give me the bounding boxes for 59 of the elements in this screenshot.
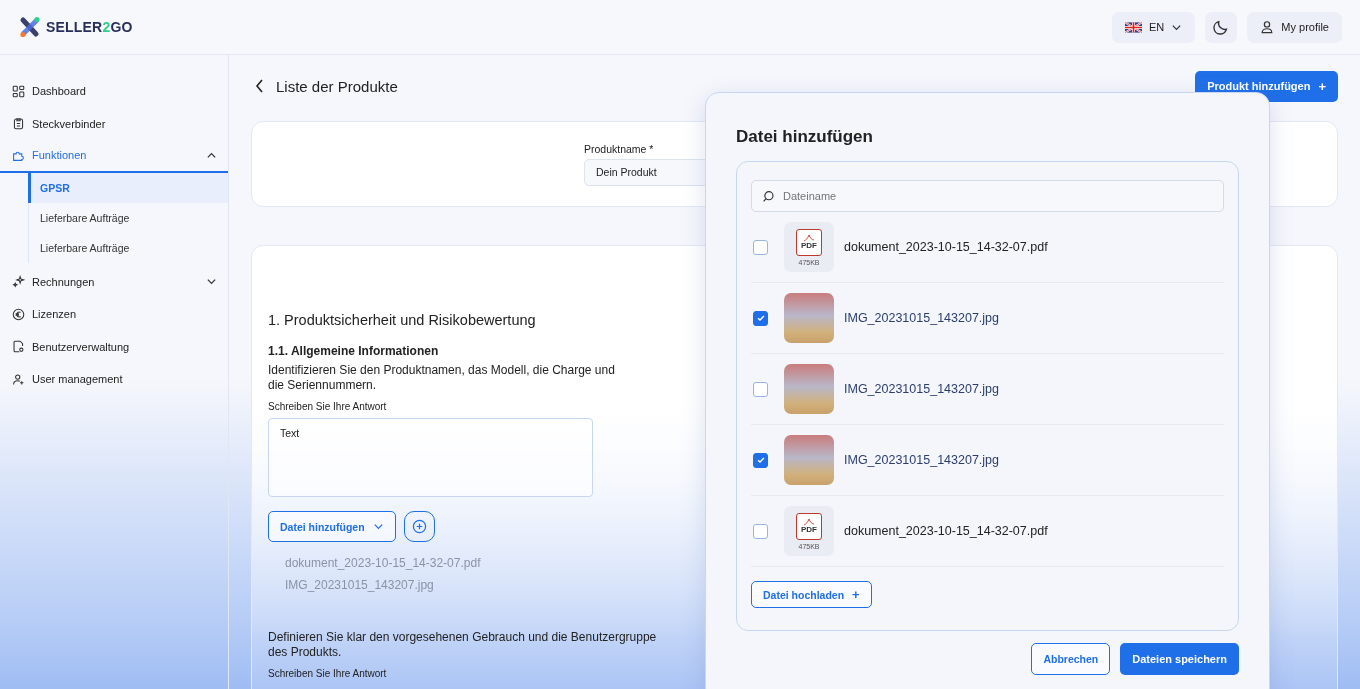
- add-file-dropdown[interactable]: Datei hinzufügen: [268, 511, 396, 542]
- logo-text: SELLER2GO: [46, 19, 133, 35]
- checkbox[interactable]: [753, 310, 768, 326]
- checkmark-icon: [755, 455, 766, 465]
- file-name: IMG_20231015_143207.jpg: [844, 453, 999, 467]
- sidebar-item[interactable]: Benutzerverwaltung: [0, 330, 228, 363]
- checkmark-icon: [755, 313, 766, 323]
- clipboard-icon: [12, 117, 25, 131]
- logo[interactable]: SELLER2GO: [18, 15, 133, 39]
- section-heading: 1. Produktsicherheit und Risikobewertung: [268, 312, 536, 328]
- sidebar-item[interactable]: Steckverbinder: [0, 107, 228, 140]
- sidebar-item[interactable]: User management: [0, 363, 228, 396]
- field-label: Produktname *: [584, 142, 654, 155]
- document-icon: [12, 340, 25, 354]
- save-files-button[interactable]: Dateien speichern: [1120, 643, 1239, 675]
- dark-mode-button[interactable]: [1205, 11, 1238, 43]
- sidebar-item[interactable]: Dashboard: [0, 75, 228, 108]
- add-button[interactable]: [403, 511, 435, 542]
- answer-field[interactable]: Text: [268, 418, 593, 497]
- plus-circle-icon: [411, 519, 427, 534]
- checkbox[interactable]: [753, 523, 768, 539]
- logo-icon: [18, 15, 42, 39]
- file-name: IMG_20231015_143207.jpg: [844, 382, 999, 396]
- upload-file-button[interactable]: Datei hochladen +: [751, 581, 872, 608]
- photo-placeholder: [784, 364, 834, 414]
- question-text: Definieren Sie klar den vorgesehenen Gebrauch und die Benutzergruppe des Produkts.: [268, 630, 658, 660]
- search-field[interactable]: Dateiname: [751, 180, 1224, 212]
- checkbox[interactable]: [753, 381, 768, 397]
- page-title: Liste der Produkte: [276, 77, 399, 95]
- sidebar-subitem[interactable]: GPSR: [28, 172, 228, 203]
- file-name: dokument_2023-10-15_14-32-07.pdf: [844, 240, 1048, 254]
- chevron-down-icon: [372, 521, 384, 532]
- user-icon: [12, 372, 25, 386]
- photo-placeholder: [784, 293, 834, 343]
- photo-placeholder: [784, 435, 834, 485]
- file-name: IMG_20231015_143207.jpg: [844, 311, 999, 325]
- sidebar-subitem[interactable]: Lieferbare Aufträge: [29, 232, 228, 263]
- question-text: Identifizieren Sie den Produktnamen, das Modell, die Charge und die Seriennummern.: [268, 363, 616, 393]
- file-name: dokument_2023-10-15_14-32-07.pdf: [844, 524, 1048, 538]
- pdf-file-icon: PDF: [796, 512, 822, 540]
- subsection-heading: 1.1. Allgemeine Informationen: [268, 344, 439, 358]
- grid-icon: [12, 84, 25, 98]
- sidebar-subitem[interactable]: Lieferbare Aufträge: [29, 202, 228, 233]
- flag-icon: [1125, 21, 1143, 33]
- cancel-button[interactable]: Abbrechen: [1031, 643, 1111, 675]
- sidebar-item[interactable]: Rechnungen: [0, 265, 228, 298]
- profile-button[interactable]: My profile: [1247, 11, 1342, 43]
- pdf-file-icon: PDF: [796, 228, 822, 256]
- sidebar-item[interactable]: Lizenzen: [0, 298, 228, 331]
- checkbox[interactable]: [753, 452, 768, 468]
- dialog-title: Datei hinzufügen: [736, 127, 873, 147]
- sparkle-icon: [12, 275, 25, 289]
- answer-label: Schreiben Sie Ihre Antwort: [268, 401, 387, 412]
- checkbox[interactable]: [753, 239, 768, 255]
- language-selector[interactable]: EN: [1112, 11, 1196, 43]
- euro-icon: [12, 307, 25, 321]
- user-icon: [1260, 20, 1275, 34]
- back-icon[interactable]: [254, 78, 266, 94]
- answer-label: Schreiben Sie Ihre Antwort: [268, 668, 387, 679]
